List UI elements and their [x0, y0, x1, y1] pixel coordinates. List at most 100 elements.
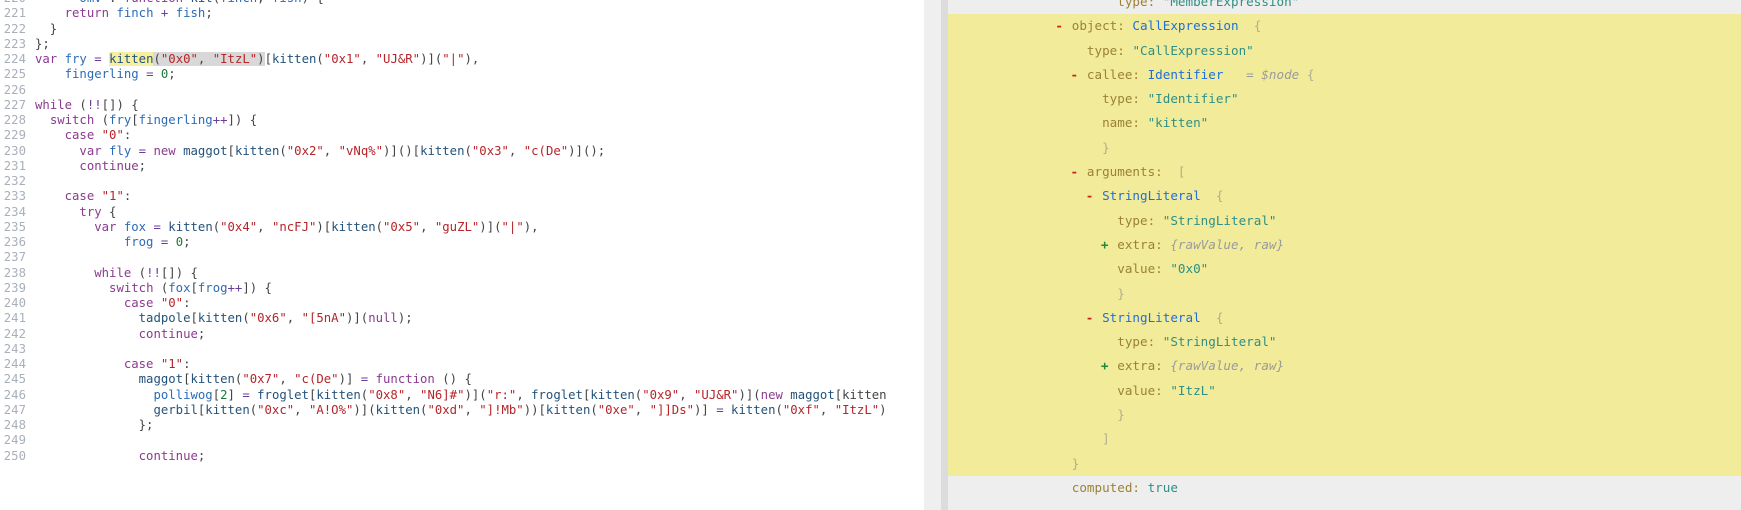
collapse-toggle-icon[interactable]: -	[1054, 14, 1064, 38]
code-line[interactable]: 236 frog = 0;	[0, 235, 924, 250]
ast-node-row[interactable]: computed: true	[948, 476, 1741, 500]
ast-node-type: StringLiteral	[1102, 188, 1201, 204]
code-line[interactable]: 234 try {	[0, 205, 924, 220]
code-line[interactable]: 228 switch (fry[fingerling++]) {	[0, 113, 924, 128]
code-token: ;	[197, 448, 206, 463]
code-line[interactable]: 247 gerbil[kitten("0xc", "A!O%")](kitten…	[0, 403, 924, 418]
ast-node-row[interactable]: }	[948, 403, 1741, 428]
code-line[interactable]: 233 case "1":	[0, 189, 924, 204]
code-line[interactable]: 245 maggot[kitten("0x7", "c(De")] = func…	[0, 372, 924, 387]
ast-node-row[interactable]: - StringLiteral {	[948, 305, 1741, 331]
ast-node-row[interactable]: type: "Identifier"	[948, 87, 1741, 112]
ast-node-row[interactable]: type: "StringLiteral"	[948, 330, 1741, 355]
code-line-text: var fly = new maggot[kitten("0x2", "vNq%…	[35, 144, 924, 159]
code-line[interactable]: 230 var fly = new maggot[kitten("0x2", "…	[0, 144, 924, 159]
ast-boolean-value: true	[1147, 479, 1178, 495]
code-token: ;	[138, 158, 147, 173]
ast-node-row[interactable]: - arguments: [	[948, 160, 1741, 185]
code-line[interactable]: 224 var fry = kitten("0x0", "ItzL")[kitte…	[0, 52, 924, 67]
code-line-text: maggot[kitten("0x7", "c(De")] = function…	[35, 372, 924, 387]
collapse-toggle-icon[interactable]: -	[1084, 306, 1094, 330]
code-line[interactable]: 242 continue;	[0, 327, 924, 342]
code-line[interactable]: 223};	[0, 37, 924, 52]
code-line[interactable]: 250 continue;	[0, 449, 924, 464]
code-line[interactable]: 248 };	[0, 418, 924, 433]
ast-node-row[interactable]: - callee: Identifier = $node {	[948, 62, 1741, 88]
ast-node-row[interactable]: value: "ItzL"	[948, 378, 1741, 404]
code-line[interactable]: 239 switch (fox[frog++]) {	[0, 281, 924, 296]
pane-gutter-strip	[924, 0, 941, 510]
ast-row-content: type: "MemberExpression"	[948, 0, 1741, 14]
code-line[interactable]: 246 polliwog[2] = froglet[kitten("0x8", …	[0, 388, 924, 403]
ast-node-row[interactable]: type: "StringLiteral"	[948, 208, 1741, 233]
code-token: (	[279, 143, 287, 158]
code-token: fox	[123, 219, 147, 234]
code-line[interactable]: 227 while (!![]) {	[0, 98, 924, 113]
expand-toggle-icon[interactable]: +	[1100, 233, 1110, 257]
code-editor-pane[interactable]: 220 omv : function kit(finch, fish) {221…	[0, 0, 924, 510]
ast-string-value: "0x0"	[1170, 261, 1209, 277]
code-line[interactable]: 240 case "0":	[0, 296, 924, 311]
ast-node-row[interactable]: }	[948, 281, 1741, 306]
code-line[interactable]: 225 fingerling = 0;	[0, 67, 924, 82]
ast-node-type: StringLiteral	[1102, 309, 1201, 325]
code-token: [	[264, 52, 272, 66]
code-token: "N6]#"	[420, 387, 465, 402]
code-token: "c(De"	[294, 372, 339, 387]
code-token: }	[35, 21, 58, 36]
ast-node-row[interactable]: - object: CallExpression {	[948, 14, 1741, 39]
code-line[interactable]: 241 tadpole[kitten("0x6", "[5nA")](null)…	[0, 311, 924, 326]
code-line-text: switch (fox[frog++]) {	[35, 281, 924, 296]
code-token: (	[153, 280, 169, 295]
ast-inspector-pane[interactable]: type: "MemberExpression" - object: CallE…	[948, 0, 1741, 510]
code-token: "0x7"	[242, 372, 280, 387]
code-token: case	[64, 189, 95, 204]
collapse-toggle-icon[interactable]: -	[1084, 184, 1094, 208]
toggle-spacer-icon	[1100, 282, 1110, 306]
code-line[interactable]: 244 case "1":	[0, 357, 924, 372]
code-token: finch	[220, 0, 257, 5]
code-line[interactable]: 235 var fox = kitten("0x4", "ncFJ")[kitt…	[0, 220, 924, 235]
ast-node-row[interactable]: type: "MemberExpression"	[948, 0, 1741, 14]
code-token: kitten	[331, 219, 376, 234]
code-line[interactable]: 231 continue;	[0, 159, 924, 174]
ast-row-content: + extra: {rawValue, raw}	[948, 233, 1741, 257]
code-line[interactable]: 226	[0, 83, 924, 98]
code-line[interactable]: 222 }	[0, 22, 924, 37]
code-line[interactable]: 221 return finch + fish;	[0, 6, 924, 21]
line-number: 242	[3, 326, 26, 341]
ast-node-row[interactable]: }	[948, 135, 1741, 161]
code-line[interactable]: 243	[0, 342, 924, 357]
collapse-toggle-icon[interactable]: -	[1069, 63, 1079, 87]
toggle-spacer-icon	[1100, 379, 1110, 403]
ast-punctuation: :	[1147, 334, 1163, 350]
ast-node-row[interactable]: - StringLiteral {	[948, 184, 1741, 209]
collapse-toggle-icon[interactable]: -	[1069, 160, 1079, 184]
ast-node-row[interactable]: }	[948, 451, 1741, 476]
code-line[interactable]: 238 while (!![]) {	[0, 266, 924, 281]
expand-toggle-icon[interactable]: +	[1100, 354, 1110, 378]
code-line[interactable]: 229 case "0":	[0, 128, 924, 143]
ast-indent	[948, 286, 1100, 301]
ast-node-row[interactable]: value: "0x0"	[948, 257, 1741, 282]
ast-node-row[interactable]: type: "CallExpression"	[948, 38, 1741, 63]
ast-node-row[interactable]: name: "kitten"	[948, 111, 1741, 136]
code-line[interactable]: 249	[0, 433, 924, 448]
toggle-spacer-icon	[1084, 87, 1094, 111]
pane-divider-handle[interactable]	[941, 0, 948, 510]
code-line[interactable]: 237	[0, 250, 924, 265]
code-line[interactable]: 232	[0, 174, 924, 189]
code-token: ,	[516, 387, 532, 402]
ast-row-content: - object: CallExpression {	[948, 14, 1741, 38]
ast-node-row[interactable]: ]	[948, 427, 1741, 452]
code-token: switch	[49, 113, 95, 127]
ast-node-row[interactable]: + extra: {rawValue, raw}	[948, 232, 1741, 258]
code-token: "vNq%"	[338, 143, 384, 158]
code-token: "r:"	[486, 387, 517, 402]
ast-node-row[interactable]: + extra: {rawValue, raw}	[948, 354, 1741, 379]
line-number: 229	[3, 128, 26, 143]
